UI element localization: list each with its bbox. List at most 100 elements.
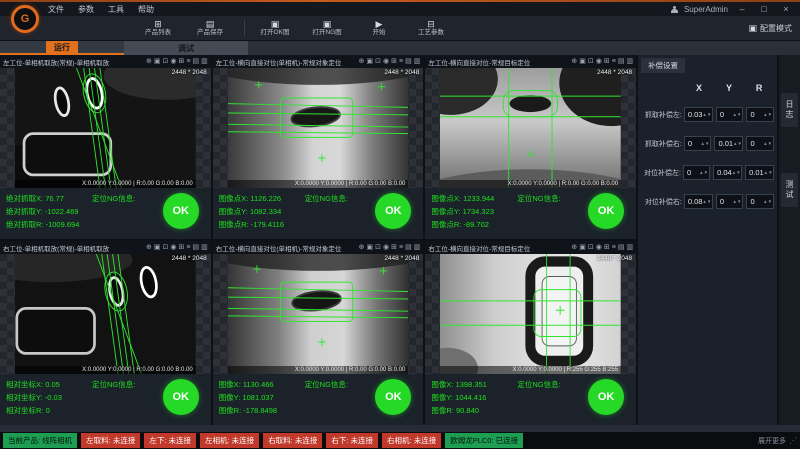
one-to-one-icon[interactable]: ⊡ xyxy=(375,244,381,252)
tab-debug[interactable]: 调试 xyxy=(124,41,248,55)
list-icon[interactable]: ≡ xyxy=(612,58,616,66)
camera-image[interactable]: 2448 * 2048 X:0.0000 Y:0.0000 | R:0.00 G… xyxy=(213,68,424,188)
camera-image[interactable]: 2448 * 2048 X:0.0000 Y:0.0000 | R:0.00 G… xyxy=(0,254,211,374)
eye-icon[interactable]: ◉ xyxy=(170,58,176,66)
grid-icon[interactable]: ⊞ xyxy=(178,58,184,66)
minimize-button[interactable]: – xyxy=(734,4,750,14)
list-icon[interactable]: ≡ xyxy=(399,244,403,252)
open-ok-image-button[interactable]: ▣ 打开OK图 xyxy=(255,20,295,36)
stepper-arrows-icon[interactable]: ▲▼ xyxy=(763,113,773,117)
eye-icon[interactable]: ◉ xyxy=(170,244,176,252)
list-icon[interactable]: ≡ xyxy=(399,58,403,66)
config-mode-button[interactable]: ▣ 配置模式 xyxy=(748,23,792,34)
layers-icon[interactable]: ▤ xyxy=(618,58,625,66)
stepper-arrows-icon[interactable]: ▲▼ xyxy=(733,142,743,146)
fit-image-icon[interactable]: ▣ xyxy=(579,244,586,252)
one-to-one-icon[interactable]: ⊡ xyxy=(162,244,168,252)
resize-grip-icon[interactable]: ⋰ xyxy=(789,436,797,445)
stepper-arrows-icon[interactable]: ▲▼ xyxy=(701,142,711,146)
grid-icon[interactable]: ⊞ xyxy=(178,244,184,252)
align-right-x-input[interactable]: 0.08▲▼ xyxy=(684,194,713,209)
process-params-button[interactable]: ⊟ 工艺参数 xyxy=(411,20,451,36)
open-ng-image-button[interactable]: ▣ 打开NG图 xyxy=(307,20,347,36)
stepper-arrows-icon[interactable]: ▲▼ xyxy=(702,200,712,204)
grid-icon[interactable]: ⊞ xyxy=(391,244,397,252)
save-icon[interactable]: ▥ xyxy=(626,58,633,66)
zoom-icon[interactable]: ⊕ xyxy=(146,244,152,252)
tab-run[interactable]: 运行 xyxy=(0,41,124,55)
zoom-icon[interactable]: ⊕ xyxy=(571,244,577,252)
stepper-arrows-icon[interactable]: ▲▼ xyxy=(763,200,773,204)
user-name[interactable]: SuperAdmin xyxy=(684,5,728,14)
layers-icon[interactable]: ▤ xyxy=(618,244,625,252)
pick-right-y-input[interactable]: 0.01▲▼ xyxy=(714,136,743,151)
camera-image[interactable]: 2448 * 2048 X:0.0000 Y:0.0000 | R:0.00 G… xyxy=(213,254,424,374)
camera-image[interactable]: 2448 * 2048 X:0.0000 Y:0.0000 | R:0.00 G… xyxy=(425,68,636,188)
ok-status-badge[interactable]: OK xyxy=(588,379,624,415)
align-right-r-input[interactable]: 0▲▼ xyxy=(746,194,774,209)
pick-right-r-input[interactable]: 0▲▼ xyxy=(746,136,774,151)
camera-image[interactable]: 2448 * 2048 X:0.0000 Y:0.0000 | R:255 G:… xyxy=(425,254,636,374)
menu-tools[interactable]: 工具 xyxy=(108,4,124,15)
stepper-arrows-icon[interactable]: ▲▼ xyxy=(733,113,743,117)
fit-image-icon[interactable]: ▣ xyxy=(154,244,161,252)
list-icon[interactable]: ≡ xyxy=(612,244,616,252)
pick-left-x-input[interactable]: 0.03▲▼ xyxy=(684,107,713,122)
side-tab-test[interactable]: 测试 xyxy=(781,173,798,207)
pick-left-r-input[interactable]: 0▲▼ xyxy=(746,107,774,122)
layers-icon[interactable]: ▤ xyxy=(192,244,199,252)
product-list-button[interactable]: ⊞ 产品列表 xyxy=(138,20,178,36)
save-icon[interactable]: ▥ xyxy=(414,58,421,66)
camera-image[interactable]: 2448 * 2048 X:0.0000 Y:0.0000 | R:0.00 G… xyxy=(0,68,211,188)
ok-status-badge[interactable]: OK xyxy=(588,193,624,229)
stepper-arrows-icon[interactable]: ▲▼ xyxy=(733,200,743,204)
eye-icon[interactable]: ◉ xyxy=(383,58,389,66)
list-icon[interactable]: ≡ xyxy=(186,244,190,252)
grid-icon[interactable]: ⊞ xyxy=(391,58,397,66)
one-to-one-icon[interactable]: ⊡ xyxy=(162,58,168,66)
maximize-button[interactable]: □ xyxy=(756,4,772,14)
fit-image-icon[interactable]: ▣ xyxy=(579,58,586,66)
save-icon[interactable]: ▥ xyxy=(414,244,421,252)
fit-image-icon[interactable]: ▣ xyxy=(367,244,374,252)
one-to-one-icon[interactable]: ⊡ xyxy=(375,58,381,66)
menu-file[interactable]: 文件 xyxy=(48,4,64,15)
list-icon[interactable]: ≡ xyxy=(186,58,190,66)
save-icon[interactable]: ▥ xyxy=(626,244,633,252)
compensation-tab[interactable]: 补偿设置 xyxy=(641,58,685,73)
stepper-arrows-icon[interactable]: ▲▼ xyxy=(699,171,709,175)
close-button[interactable]: × xyxy=(778,4,794,14)
stepper-arrows-icon[interactable]: ▲▼ xyxy=(702,113,712,117)
layers-icon[interactable]: ▤ xyxy=(405,58,412,66)
eye-icon[interactable]: ◉ xyxy=(596,244,602,252)
zoom-icon[interactable]: ⊕ xyxy=(359,244,365,252)
ok-status-badge[interactable]: OK xyxy=(163,193,199,229)
stepper-arrows-icon[interactable]: ▲▼ xyxy=(764,171,774,175)
layers-icon[interactable]: ▤ xyxy=(192,58,199,66)
zoom-icon[interactable]: ⊕ xyxy=(571,58,577,66)
align-left-x-input[interactable]: 0▲▼ xyxy=(683,165,710,180)
fit-image-icon[interactable]: ▣ xyxy=(367,58,374,66)
pick-left-y-input[interactable]: 0▲▼ xyxy=(716,107,744,122)
eye-icon[interactable]: ◉ xyxy=(383,244,389,252)
grid-icon[interactable]: ⊞ xyxy=(604,244,610,252)
save-icon[interactable]: ▥ xyxy=(201,244,208,252)
start-button[interactable]: ▶ 开始 xyxy=(359,20,399,36)
fit-image-icon[interactable]: ▣ xyxy=(154,58,161,66)
grid-icon[interactable]: ⊞ xyxy=(604,58,610,66)
stepper-arrows-icon[interactable]: ▲▼ xyxy=(763,142,773,146)
expand-more-label[interactable]: 展开更多 xyxy=(758,436,786,446)
pick-right-x-input[interactable]: 0▲▼ xyxy=(684,136,712,151)
one-to-one-icon[interactable]: ⊡ xyxy=(588,244,594,252)
layers-icon[interactable]: ▤ xyxy=(405,244,412,252)
align-left-r-input[interactable]: 0.01▲▼ xyxy=(745,165,774,180)
ok-status-badge[interactable]: OK xyxy=(163,379,199,415)
menu-params[interactable]: 参数 xyxy=(78,4,94,15)
side-tab-log[interactable]: 日志 xyxy=(781,93,798,127)
save-product-button[interactable]: ▤ 产品保存 xyxy=(190,20,230,36)
eye-icon[interactable]: ◉ xyxy=(596,58,602,66)
one-to-one-icon[interactable]: ⊡ xyxy=(588,58,594,66)
save-icon[interactable]: ▥ xyxy=(201,58,208,66)
zoom-icon[interactable]: ⊕ xyxy=(359,58,365,66)
menu-help[interactable]: 帮助 xyxy=(138,4,154,15)
